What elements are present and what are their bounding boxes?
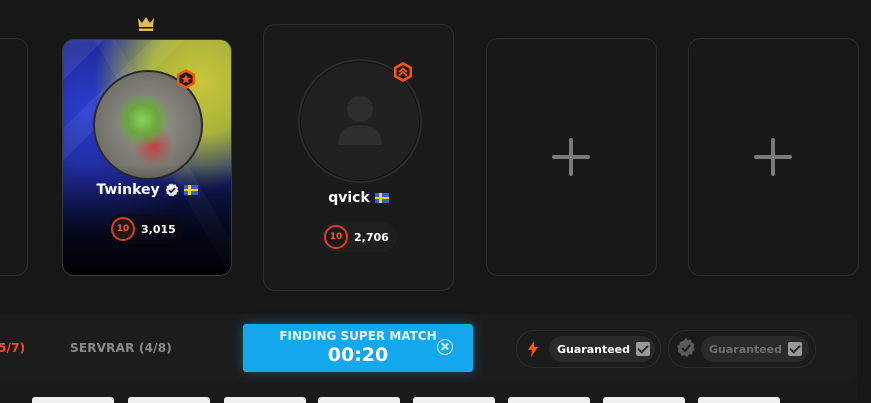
partial-party-slot[interactable]: [0, 38, 28, 276]
default-avatar-icon: [338, 96, 382, 145]
lower-item[interactable]: [698, 397, 780, 403]
elo-badge: 10 3,015: [108, 214, 184, 244]
lower-item[interactable]: [224, 397, 306, 403]
elo-badge: 10 2,706: [321, 222, 397, 252]
lower-item[interactable]: [413, 397, 495, 403]
lower-item[interactable]: [318, 397, 400, 403]
player-name[interactable]: qvick: [328, 190, 370, 206]
tab-partial[interactable]: 5/7): [0, 341, 25, 355]
lower-item[interactable]: [32, 397, 114, 403]
guaranteed-toggle[interactable]: Guaranteed: [549, 336, 655, 362]
rank-chevron-icon: [394, 62, 412, 82]
skill-level-icon: 10: [324, 225, 348, 249]
guaranteed-option-1[interactable]: Guaranteed: [516, 330, 661, 368]
elo-value: 3,015: [141, 222, 176, 236]
close-icon[interactable]: [437, 339, 453, 355]
rank-star-icon: [177, 69, 195, 89]
crown-icon: [138, 17, 154, 31]
lightning-icon: [528, 341, 538, 357]
verified-icon: [165, 183, 179, 197]
member-name-row: qvick: [264, 190, 453, 206]
plus-icon: [550, 136, 592, 178]
guaranteed-checkbox[interactable]: [788, 342, 803, 356]
guaranteed-option-2[interactable]: Guaranteed: [668, 330, 816, 368]
elo-value: 2,706: [354, 230, 389, 244]
plus-icon: [752, 136, 794, 178]
member-player-card[interactable]: qvick 10 2,706: [263, 24, 454, 291]
leader-name-row: Twinkey: [63, 182, 231, 198]
guaranteed-checkbox[interactable]: [636, 342, 651, 356]
leader-player-card[interactable]: Twinkey 10 3,015: [62, 39, 232, 276]
sweden-flag-icon: [374, 193, 389, 203]
tab-servers[interactable]: SERVRAR (4/8): [70, 341, 172, 355]
lower-item[interactable]: [508, 397, 590, 403]
shield-check-icon: [677, 338, 695, 357]
invite-slot-2[interactable]: [688, 38, 859, 276]
sweden-flag-icon: [183, 185, 198, 195]
lower-item[interactable]: [128, 397, 210, 403]
guaranteed-label: Guaranteed: [709, 342, 783, 356]
guaranteed-toggle[interactable]: Guaranteed: [701, 336, 809, 362]
guaranteed-label: Guaranteed: [557, 342, 631, 356]
skill-level-icon: 10: [111, 217, 135, 241]
invite-slot-1[interactable]: [486, 38, 657, 276]
finding-match-button[interactable]: FINDING SUPER MATCH 00:20: [243, 324, 473, 372]
player-name[interactable]: Twinkey: [96, 182, 159, 198]
lower-item[interactable]: [603, 397, 685, 403]
